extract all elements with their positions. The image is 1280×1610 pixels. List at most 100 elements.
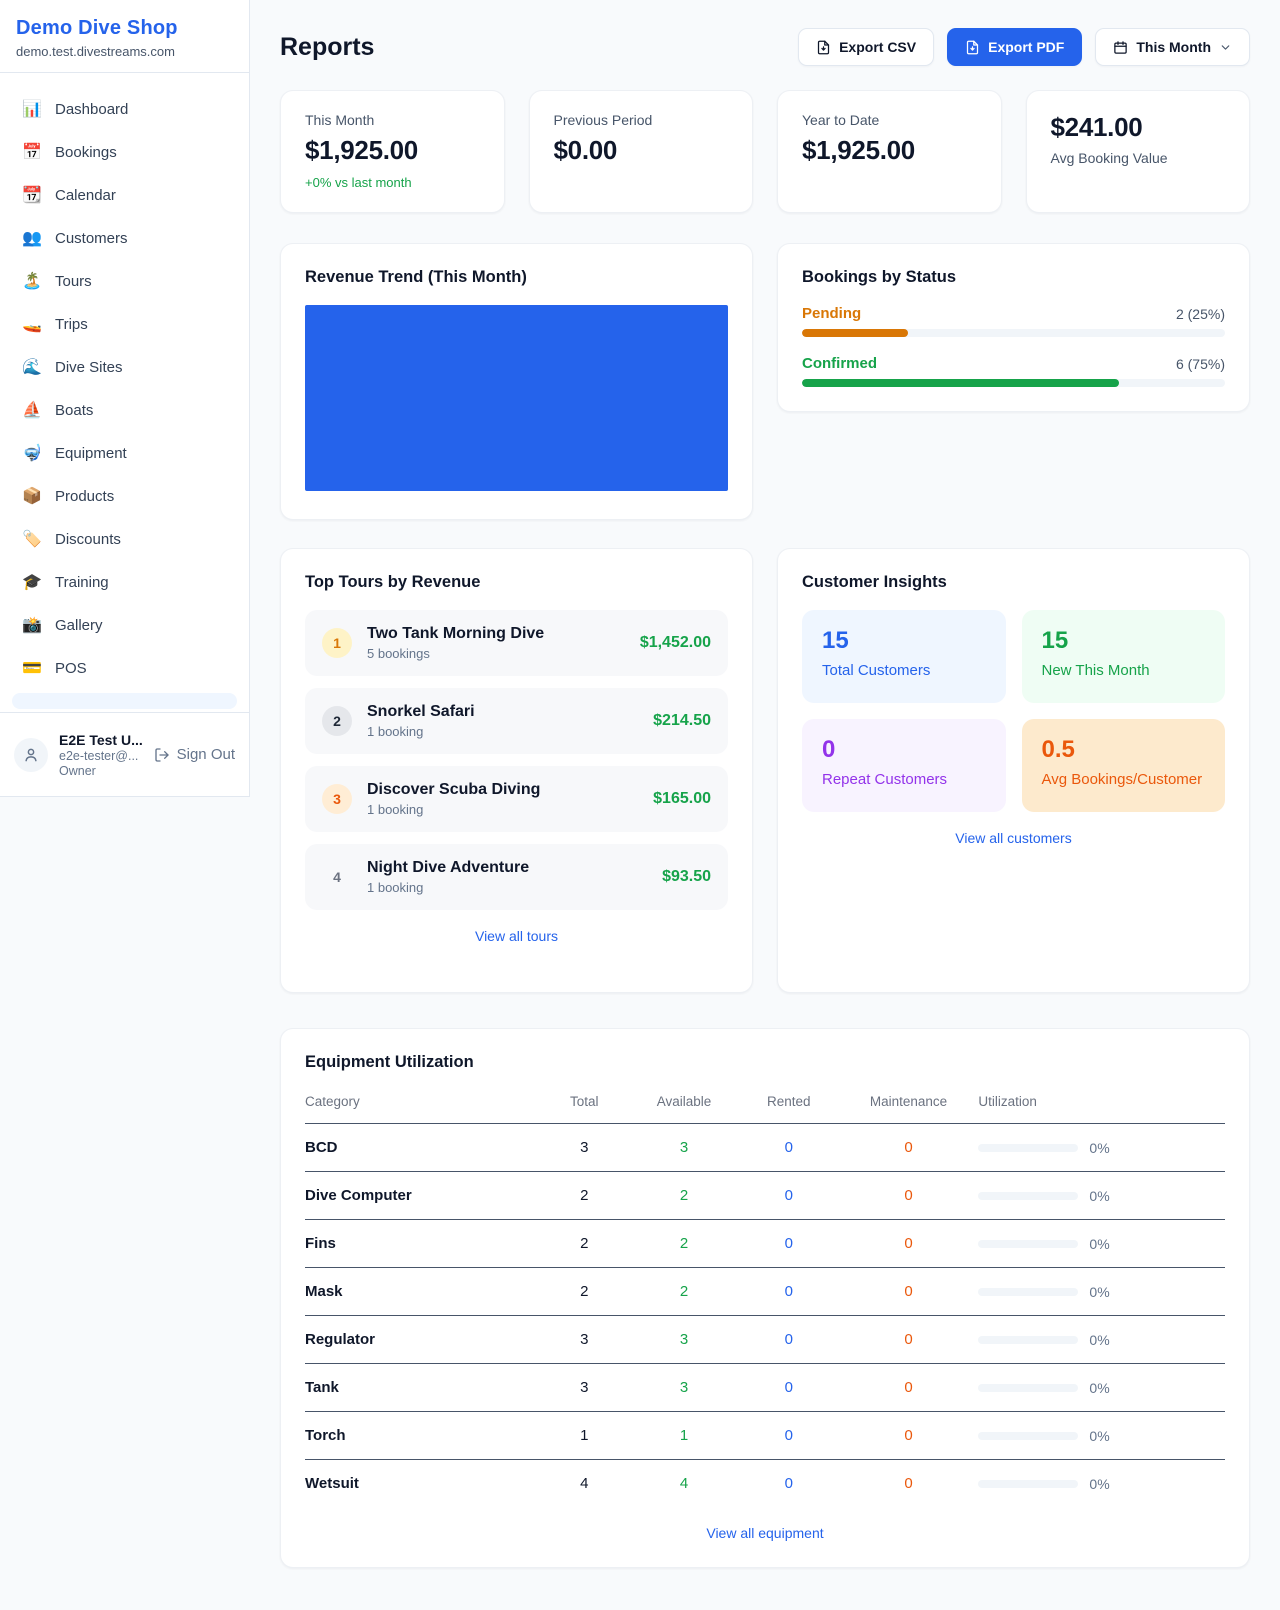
logout-icon [154,747,170,763]
equipment-table: Category Total Available Rented Maintena… [305,1082,1225,1507]
rank-badge: 1 [322,628,352,658]
confirmed-bar-fill [802,379,1119,387]
tour-list-item: 3 Discover Scuba Diving 1 booking $165.0… [305,766,728,832]
file-download-icon [965,40,980,55]
sidebar-item-equipment[interactable]: 🤿Equipment [10,435,239,471]
utilization-bar [978,1240,1078,1248]
page-title: Reports [280,33,374,62]
export-csv-button[interactable]: Export CSV [798,28,934,66]
table-row: Fins 2 2 0 0 0% [305,1220,1225,1268]
status-row-confirmed: Confirmed 6 (75%) [802,355,1225,387]
sidebar-item-pos[interactable]: 💳POS [10,650,239,686]
rank-badge: 2 [322,706,352,736]
view-all-equipment-link[interactable]: View all equipment [305,1525,1225,1541]
export-pdf-button[interactable]: Export PDF [947,28,1082,66]
person-icon [22,746,40,764]
revenue-trend-card: Revenue Trend (This Month) [280,243,753,520]
sidebar-item-products[interactable]: 📦Products [10,478,239,514]
sidebar-item-tours[interactable]: 🏝️Tours [10,263,239,299]
period-selector-dropdown[interactable]: This Month [1095,28,1250,66]
sidebar-item-calendar[interactable]: 📆Calendar [10,177,239,213]
bookings-by-status-title: Bookings by Status [802,268,1225,287]
revenue-trend-title: Revenue Trend (This Month) [305,268,728,287]
sidebar-item-dashboard[interactable]: 📊Dashboard [10,91,239,127]
table-row: Wetsuit 4 4 0 0 0% [305,1460,1225,1508]
top-tours-title: Top Tours by Revenue [305,573,728,592]
tour-list-item: 4 Night Dive Adventure 1 booking $93.50 [305,844,728,910]
shop-domain: demo.test.divestreams.com [16,44,233,59]
stat-card-this-month: This Month $1,925.00 +0% vs last month [280,90,505,213]
utilization-bar [978,1384,1078,1392]
customer-insights-card: Customer Insights 15 Total Customers 15 … [777,548,1250,993]
calendar-icon [1113,40,1128,55]
avatar [14,738,48,772]
view-all-tours-link[interactable]: View all tours [305,928,728,944]
shop-header: Demo Dive Shop demo.test.divestreams.com [0,0,249,73]
bookings-by-status-card: Bookings by Status Pending 2 (25%) Confi… [777,243,1250,412]
products-icon: 📦 [22,486,42,506]
sidebar-item-dive-sites[interactable]: 🌊Dive Sites [10,349,239,385]
equipment-utilization-title: Equipment Utilization [305,1053,1225,1072]
insight-tile-total-customers: 15 Total Customers [802,610,1006,703]
sidebar-item-boats[interactable]: ⛵Boats [10,392,239,428]
utilization-bar [978,1336,1078,1344]
equipment-utilization-card: Equipment Utilization Category Total Ava… [280,1028,1250,1568]
tours-icon: 🏝️ [22,271,42,291]
confirmed-bar-track [802,379,1225,387]
gallery-icon: 📸 [22,615,42,635]
stat-delta: +0% vs last month [305,175,480,190]
customer-insights-title: Customer Insights [802,573,1225,592]
view-all-customers-link[interactable]: View all customers [802,830,1225,846]
status-row-pending: Pending 2 (25%) [802,305,1225,337]
top-tours-card: Top Tours by Revenue 1 Two Tank Morning … [280,548,753,993]
rank-badge: 3 [322,784,352,814]
mid-row: Top Tours by Revenue 1 Two Tank Morning … [280,548,1250,993]
discounts-icon: 🏷️ [22,529,42,549]
sidebar-item-bookings[interactable]: 📅Bookings [10,134,239,170]
sidebar-item-customers[interactable]: 👥Customers [10,220,239,256]
sidebar-item-discounts[interactable]: 🏷️Discounts [10,521,239,557]
pending-bar-fill [802,329,908,337]
sign-out-button[interactable]: Sign Out [154,746,235,763]
user-meta: E2E Test U... e2e-tester@... Owner [59,732,143,778]
file-download-icon [816,40,831,55]
user-role: Owner [59,764,143,778]
dashboard-icon: 📊 [22,99,42,119]
stats-row: This Month $1,925.00 +0% vs last month P… [280,90,1250,213]
utilization-bar [978,1288,1078,1296]
calendar-icon: 📆 [22,185,42,205]
sidebar-item-reports-highlight[interactable] [12,693,237,709]
sidebar-item-training[interactable]: 🎓Training [10,564,239,600]
equipment-icon: 🤿 [22,443,42,463]
table-row: BCD 3 3 0 0 0% [305,1124,1225,1172]
sidebar-item-trips[interactable]: 🚤Trips [10,306,239,342]
stat-card-year-to-date: Year to Date $1,925.00 [777,90,1002,213]
bookings-icon: 📅 [22,142,42,162]
table-row: Torch 1 1 0 0 0% [305,1412,1225,1460]
table-row: Tank 3 3 0 0 0% [305,1364,1225,1412]
pos-icon: 💳 [22,658,42,678]
chevron-down-icon [1219,41,1232,54]
table-row: Regulator 3 3 0 0 0% [305,1316,1225,1364]
utilization-bar [978,1144,1078,1152]
sidebar-nav: 📊Dashboard 📅Bookings 📆Calendar 👥Customer… [0,73,249,709]
sidebar-item-gallery[interactable]: 📸Gallery [10,607,239,643]
insight-tile-repeat-customers: 0 Repeat Customers [802,719,1006,812]
trips-icon: 🚤 [22,314,42,334]
sidebar: Demo Dive Shop demo.test.divestreams.com… [0,0,250,797]
stat-card-previous-period: Previous Period $0.00 [529,90,754,213]
utilization-bar [978,1480,1078,1488]
header-actions: Export CSV Export PDF This Month [798,28,1250,66]
user-email: e2e-tester@... [59,749,143,763]
dive-sites-icon: 🌊 [22,357,42,377]
stat-card-avg-booking-value: $241.00 Avg Booking Value [1026,90,1251,213]
training-icon: 🎓 [22,572,42,592]
insight-tile-new-this-month: 15 New This Month [1022,610,1226,703]
pending-bar-track [802,329,1225,337]
revenue-trend-chart [305,305,728,491]
user-panel: E2E Test U... e2e-tester@... Owner Sign … [0,712,249,796]
utilization-bar [978,1432,1078,1440]
charts-row: Revenue Trend (This Month) Bookings by S… [280,243,1250,520]
shop-name: Demo Dive Shop [16,17,233,40]
customers-icon: 👥 [22,228,42,248]
